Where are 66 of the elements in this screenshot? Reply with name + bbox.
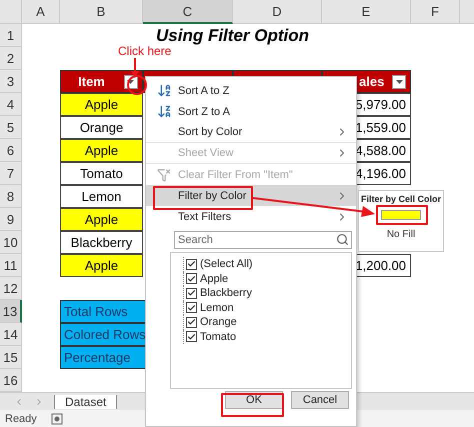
checkbox[interactable] bbox=[186, 288, 197, 299]
column-header[interactable]: A bbox=[22, 0, 60, 24]
value-label: Lemon bbox=[200, 302, 234, 314]
highlight-circle bbox=[127, 75, 147, 95]
column-header[interactable]: D bbox=[233, 0, 322, 24]
row-header[interactable]: 9 bbox=[0, 208, 22, 231]
table-cell: Apple bbox=[60, 93, 143, 116]
table-cell: Apple bbox=[60, 208, 143, 231]
table-header-cell: Item bbox=[60, 70, 143, 93]
row-header[interactable]: 2 bbox=[0, 47, 22, 70]
row-header[interactable]: 11 bbox=[0, 254, 22, 277]
sort-ascending-icon bbox=[156, 83, 172, 98]
column-header[interactable]: F bbox=[411, 0, 460, 24]
table-cell: Orange bbox=[60, 116, 143, 139]
table-cell: Apple bbox=[60, 139, 143, 162]
table-cell: Apple bbox=[60, 254, 143, 277]
callout-text: Click here bbox=[118, 44, 172, 58]
checkbox[interactable] bbox=[186, 258, 197, 270]
value-label: Apple bbox=[200, 272, 228, 285]
column-header[interactable]: E bbox=[322, 0, 411, 24]
filter-dropdown-button[interactable] bbox=[392, 74, 406, 88]
row-header[interactable]: 6 bbox=[0, 139, 22, 162]
row-header[interactable]: 4 bbox=[0, 93, 22, 116]
menu-item[interactable]: Text Filters bbox=[146, 206, 356, 227]
pointer-arrow bbox=[131, 58, 139, 78]
checkbox[interactable] bbox=[186, 273, 197, 284]
highlight-frame bbox=[221, 393, 284, 417]
clear-filter-icon bbox=[157, 168, 171, 182]
macro-record-icon[interactable] bbox=[50, 412, 63, 424]
row-header[interactable]: 12 bbox=[0, 277, 22, 300]
row-header[interactable]: 14 bbox=[0, 323, 22, 346]
row-header[interactable]: 7 bbox=[0, 162, 22, 185]
row-header[interactable]: 3 bbox=[0, 70, 22, 93]
row-header[interactable]: 1 bbox=[0, 24, 22, 47]
table-cell: Lemon bbox=[60, 185, 143, 208]
column-header-strip bbox=[460, 0, 474, 24]
column-header[interactable]: B bbox=[60, 0, 143, 24]
value-label: Blackberry bbox=[200, 287, 252, 300]
search-icon bbox=[336, 233, 349, 246]
checkbox[interactable] bbox=[186, 316, 197, 328]
sort-descending-icon bbox=[156, 104, 172, 119]
caret-icon bbox=[396, 80, 402, 84]
row-header[interactable]: 15 bbox=[0, 346, 22, 369]
table-cell: Blackberry bbox=[60, 231, 143, 254]
caret-icon bbox=[127, 80, 134, 84]
sheet-title: Using Filter Option bbox=[155, 24, 310, 46]
row-header[interactable]: 13 bbox=[0, 300, 22, 323]
submenu-title: Filter by Cell Color bbox=[360, 194, 441, 204]
checkbox[interactable] bbox=[186, 302, 197, 314]
search-field[interactable]: Search bbox=[174, 231, 352, 249]
value-label: (Select All) bbox=[200, 258, 253, 270]
cancel-button[interactable]: Cancel bbox=[291, 391, 349, 409]
status-text: Ready bbox=[5, 412, 37, 424]
row-header[interactable]: 16 bbox=[0, 369, 22, 392]
row-header[interactable]: 5 bbox=[0, 116, 22, 139]
row-header[interactable]: 8 bbox=[0, 185, 22, 208]
highlight-frame bbox=[376, 205, 428, 225]
table-cell: Tomato bbox=[60, 162, 143, 185]
row-header[interactable]: 10 bbox=[0, 231, 22, 254]
menu-item[interactable]: Sort by Color bbox=[146, 122, 356, 143]
menu-item[interactable]: Filter by Color bbox=[146, 185, 356, 206]
color-swatch[interactable] bbox=[381, 210, 421, 220]
column-header[interactable]: C bbox=[143, 0, 233, 24]
no-fill-option[interactable]: No Fill bbox=[386, 229, 416, 240]
sheet-tab[interactable]: Dataset bbox=[54, 394, 118, 408]
checkbox[interactable] bbox=[186, 331, 197, 342]
